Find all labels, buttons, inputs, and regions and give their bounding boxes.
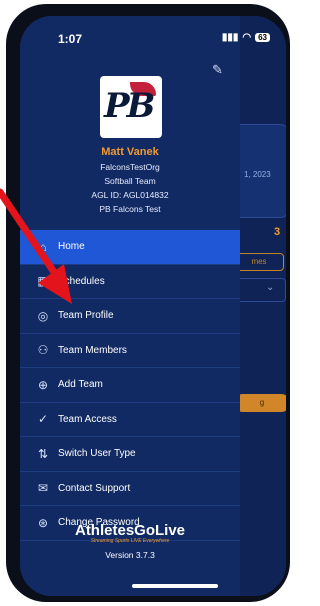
menu-item-label: Team Access bbox=[58, 413, 117, 425]
signal-icon: ▮▮▮ bbox=[221, 32, 239, 43]
status-time: 1:07 bbox=[58, 32, 83, 46]
menu-item-switch-user-type[interactable]: ⇅ Switch User Type bbox=[20, 437, 240, 472]
brand-logo: AthletesGoLive bbox=[74, 522, 186, 539]
drawer-menu: ⌂ Home ▦ Schedules ◎ Team Profile ⚇ Team… bbox=[20, 230, 240, 541]
menu-item-home[interactable]: ⌂ Home bbox=[20, 230, 240, 265]
agl-id: AGL ID: AGL014832 bbox=[91, 190, 169, 200]
background-count: 3 bbox=[274, 226, 281, 238]
menu-item-label: Contact Support bbox=[58, 482, 131, 494]
menu-item-label: Home bbox=[58, 241, 85, 253]
status-bar: 1:07 ▮▮▮ ◠ 63 bbox=[20, 16, 286, 56]
org-name: FalconsTestOrg bbox=[100, 162, 160, 172]
side-drawer: ✎ PB Matt Vanek FalconsTestOrg Softball … bbox=[20, 16, 240, 596]
edit-icon[interactable]: ✎ bbox=[212, 62, 223, 78]
wifi-icon: ◠ bbox=[242, 32, 252, 43]
background-date: 1, 2023 bbox=[244, 170, 271, 179]
menu-item-label: Add Team bbox=[58, 379, 103, 391]
home-indicator bbox=[132, 584, 218, 588]
menu-item-schedules[interactable]: ▦ Schedules bbox=[20, 265, 240, 299]
menu-item-label: Team Profile bbox=[58, 310, 114, 322]
phone-bezel: 1, 2023 3 mes ⌄ g ✎ PB Matt Vanek Falcon… bbox=[6, 4, 290, 602]
battery-icon: 63 bbox=[255, 33, 270, 42]
members-icon: ⚇ bbox=[37, 343, 49, 358]
team-name: PB Falcons Test bbox=[99, 204, 161, 214]
phone-screen: 1, 2023 3 mes ⌄ g ✎ PB Matt Vanek Falcon… bbox=[20, 16, 286, 596]
mail-icon: ✉ bbox=[37, 481, 49, 496]
profile-info: Matt Vanek FalconsTestOrg Softball Team … bbox=[20, 146, 240, 218]
check-circle-icon: ✓ bbox=[37, 412, 49, 427]
menu-item-team-members[interactable]: ⚇ Team Members bbox=[20, 334, 240, 368]
menu-item-add-team[interactable]: ⊕ Add Team bbox=[20, 368, 240, 403]
menu-item-label: Schedules bbox=[58, 275, 105, 287]
menu-item-label: Switch User Type bbox=[58, 448, 136, 460]
menu-item-team-access[interactable]: ✓ Team Access bbox=[20, 403, 240, 437]
background-button: g bbox=[234, 394, 286, 412]
screenshot-frame: 1, 2023 3 mes ⌄ g ✎ PB Matt Vanek Falcon… bbox=[0, 0, 296, 606]
user-name: Matt Vanek bbox=[101, 146, 159, 158]
shield-icon: ◎ bbox=[37, 308, 49, 323]
menu-item-label: Team Members bbox=[58, 344, 127, 356]
menu-item-team-profile[interactable]: ◎ Team Profile bbox=[20, 299, 240, 334]
switch-icon: ⇅ bbox=[37, 446, 49, 461]
menu-item-contact-support[interactable]: ✉ Contact Support bbox=[20, 472, 240, 506]
chevron-down-icon: ⌄ bbox=[266, 282, 275, 293]
add-team-icon: ⊕ bbox=[37, 377, 49, 392]
background-select bbox=[234, 278, 286, 302]
team-type: Softball Team bbox=[104, 176, 156, 186]
status-icons: ▮▮▮ ◠ 63 bbox=[222, 32, 270, 43]
team-logo-text: PB bbox=[104, 86, 155, 126]
drawer-footer: AthletesGoLive Streaming Sports LIVE Eve… bbox=[20, 522, 240, 560]
home-icon: ⌂ bbox=[39, 239, 47, 254]
team-logo: PB bbox=[100, 76, 162, 138]
app-version: Version 3.7.3 bbox=[105, 550, 155, 560]
background-pill: mes bbox=[234, 253, 284, 271]
calendar-icon: ▦ bbox=[37, 274, 49, 289]
brand-tagline: Streaming Sports LIVE Everywhere bbox=[90, 538, 170, 544]
